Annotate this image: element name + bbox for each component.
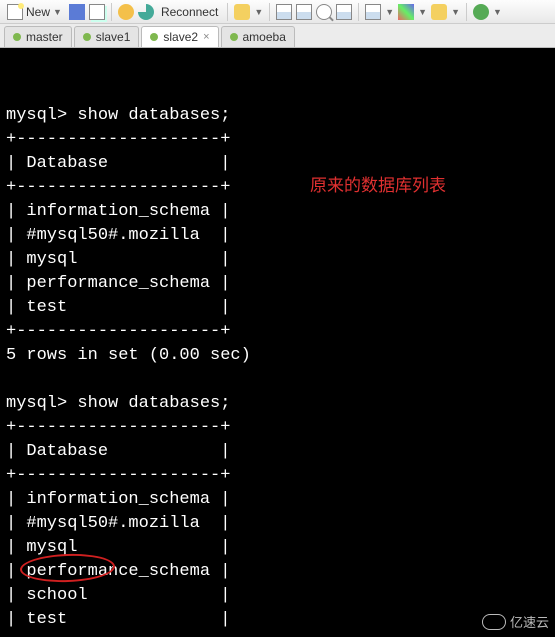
new-button-label: New <box>26 5 50 19</box>
toolbar-separator <box>111 3 112 21</box>
search-icon[interactable] <box>316 4 332 20</box>
table-row: | test | <box>6 610 230 629</box>
tab-label: slave2 <box>163 30 198 44</box>
annotation-original-list: 原来的数据库列表 <box>310 174 446 198</box>
reconnect-button[interactable]: Reconnect <box>158 4 221 20</box>
tab-master[interactable]: master <box>4 26 72 47</box>
dropdown-icon: ▼ <box>254 7 263 17</box>
table-icon[interactable] <box>276 4 292 20</box>
table-row: | mysql | <box>6 250 230 269</box>
dropdown-icon: ▼ <box>493 7 502 17</box>
table-divider: +--------------------+ <box>6 418 230 437</box>
table-divider: +--------------------+ <box>6 130 230 149</box>
command-text: show databases; <box>77 394 230 413</box>
command-text: show databases; <box>77 106 230 125</box>
undo-icon[interactable] <box>118 4 134 20</box>
reconnect-button-label: Reconnect <box>161 5 218 19</box>
toolbar-separator <box>227 3 228 21</box>
execute-icon[interactable] <box>473 4 489 20</box>
table-row: | school | <box>6 586 230 605</box>
column-icon[interactable] <box>431 4 447 20</box>
table-header: | Database | <box>6 154 230 173</box>
tab-slave2[interactable]: slave2 × <box>141 26 218 47</box>
save-icon[interactable] <box>69 4 85 20</box>
table-divider: +--------------------+ <box>6 466 230 485</box>
table-divider: +--------------------+ <box>6 322 230 341</box>
dropdown-icon: ▼ <box>418 7 427 17</box>
tab-label: master <box>26 30 63 44</box>
new-file-icon <box>7 4 23 20</box>
main-toolbar: New ▼ Reconnect ▼ ▼ ▼ ▼ ▼ <box>0 0 555 24</box>
copy-icon[interactable] <box>89 4 105 20</box>
table-header: | Database | <box>6 442 230 461</box>
grid-icon[interactable] <box>365 4 381 20</box>
tab-label: slave1 <box>96 30 131 44</box>
cloud-icon <box>482 614 506 630</box>
connection-status-icon <box>83 33 91 41</box>
connection-status-icon <box>230 33 238 41</box>
dropdown-icon: ▼ <box>53 7 62 17</box>
result-footer: 5 rows in set (0.00 sec) <box>6 346 251 365</box>
connection-status-icon <box>13 33 21 41</box>
close-icon[interactable]: × <box>203 31 209 43</box>
toolbar-separator <box>466 3 467 21</box>
reconnect-icon[interactable] <box>138 4 154 20</box>
dropdown-icon: ▼ <box>385 7 394 17</box>
tab-label: amoeba <box>243 30 286 44</box>
tab-amoeba[interactable]: amoeba <box>221 26 295 47</box>
table-row: | #mysql50#.mozilla | <box>6 514 230 533</box>
tab-slave1[interactable]: slave1 <box>74 26 140 47</box>
table-row: | performance_schema | <box>6 274 230 293</box>
new-button[interactable]: New ▼ <box>4 3 65 21</box>
table-row: | mysql | <box>6 538 230 557</box>
terminal-output[interactable]: mysql> show databases; +----------------… <box>0 48 555 637</box>
watermark: 亿速云 <box>482 612 549 631</box>
prompt: mysql> <box>6 106 67 125</box>
list-icon[interactable] <box>336 4 352 20</box>
color-grid-icon[interactable] <box>398 4 414 20</box>
table-row: | performance_schema | <box>6 562 230 581</box>
connection-tabs: master slave1 slave2 × amoeba <box>0 24 555 48</box>
prompt: mysql> <box>6 394 67 413</box>
connection-status-icon <box>150 33 158 41</box>
table-row: | #mysql50#.mozilla | <box>6 226 230 245</box>
table-icon[interactable] <box>296 4 312 20</box>
database-icon[interactable] <box>234 4 250 20</box>
watermark-text: 亿速云 <box>510 612 549 631</box>
toolbar-separator <box>358 3 359 21</box>
table-divider: +--------------------+ <box>6 178 230 197</box>
toolbar-separator <box>269 3 270 21</box>
table-row: | test | <box>6 298 230 317</box>
dropdown-icon: ▼ <box>451 7 460 17</box>
table-row: | information_schema | <box>6 202 230 221</box>
table-row: | information_schema | <box>6 490 230 509</box>
